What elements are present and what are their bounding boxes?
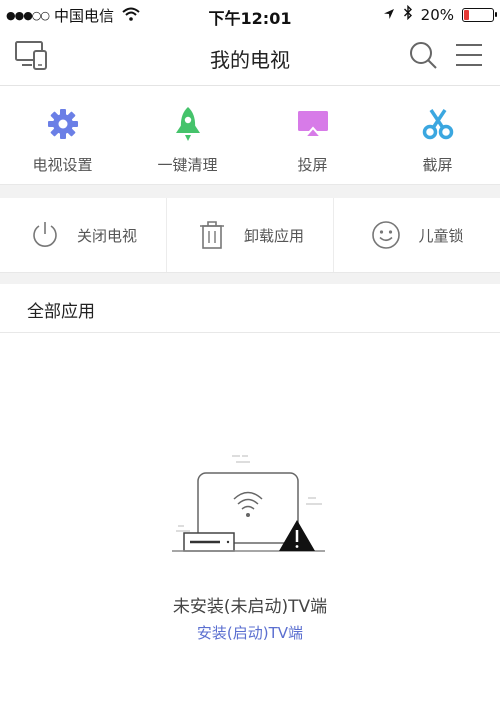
gear-icon bbox=[47, 106, 79, 142]
quick-action-label: 电视设置 bbox=[32, 156, 93, 174]
section-divider bbox=[0, 273, 500, 284]
quick-action-label: 截屏 bbox=[422, 156, 453, 174]
install-tv-client-link[interactable]: 安装(启动)TV端 bbox=[0, 622, 500, 643]
status-bar: ●●●○○ 中国电信 下午12:01 20% bbox=[0, 0, 500, 28]
child-lock-button[interactable]: 儿童锁 bbox=[334, 198, 500, 272]
control-label: 儿童锁 bbox=[418, 226, 464, 245]
bluetooth-icon bbox=[403, 4, 413, 24]
empty-state-title: 未安装(未启动)TV端 bbox=[172, 597, 328, 617]
smiley-icon bbox=[370, 219, 402, 251]
tv-controls: 关闭电视 卸载应用 儿童锁 bbox=[0, 198, 500, 273]
search-button[interactable] bbox=[406, 40, 440, 74]
quick-action-label: 一键清理 bbox=[157, 156, 218, 174]
screenshot-button[interactable]: 截屏 bbox=[375, 86, 500, 184]
screen-cast-button[interactable]: 投屏 bbox=[250, 86, 375, 184]
menu-button[interactable] bbox=[452, 40, 486, 74]
all-apps-header: 全部应用 bbox=[0, 284, 500, 333]
trash-icon bbox=[196, 219, 228, 251]
cast-screen-icon bbox=[296, 106, 330, 142]
battery-fill bbox=[464, 9, 470, 20]
tv-settings-button[interactable]: 电视设置 bbox=[0, 86, 125, 184]
location-arrow-icon bbox=[383, 6, 395, 24]
battery-percent: 20% bbox=[420, 5, 454, 24]
scissors-icon bbox=[421, 106, 455, 142]
quick-action-label: 投屏 bbox=[297, 156, 328, 174]
nav-bar: 我的电视 bbox=[0, 28, 500, 86]
one-click-clean-button[interactable]: 一键清理 bbox=[125, 86, 250, 184]
power-icon bbox=[29, 219, 61, 251]
status-right: 20% bbox=[375, 4, 497, 24]
tv-disconnected-illustration bbox=[170, 448, 330, 562]
quick-actions: 电视设置 一键清理 投屏 截屏 bbox=[0, 86, 500, 184]
battery-icon bbox=[462, 7, 497, 22]
control-label: 关闭电视 bbox=[76, 226, 137, 245]
menu-icon bbox=[455, 42, 483, 72]
control-label: 卸载应用 bbox=[243, 226, 304, 245]
power-off-tv-button[interactable]: 关闭电视 bbox=[0, 198, 167, 272]
search-icon bbox=[408, 40, 438, 74]
uninstall-app-button[interactable]: 卸载应用 bbox=[167, 198, 334, 272]
section-divider bbox=[0, 184, 500, 198]
rocket-icon bbox=[175, 106, 201, 142]
section-title: 全部应用 bbox=[27, 302, 95, 322]
